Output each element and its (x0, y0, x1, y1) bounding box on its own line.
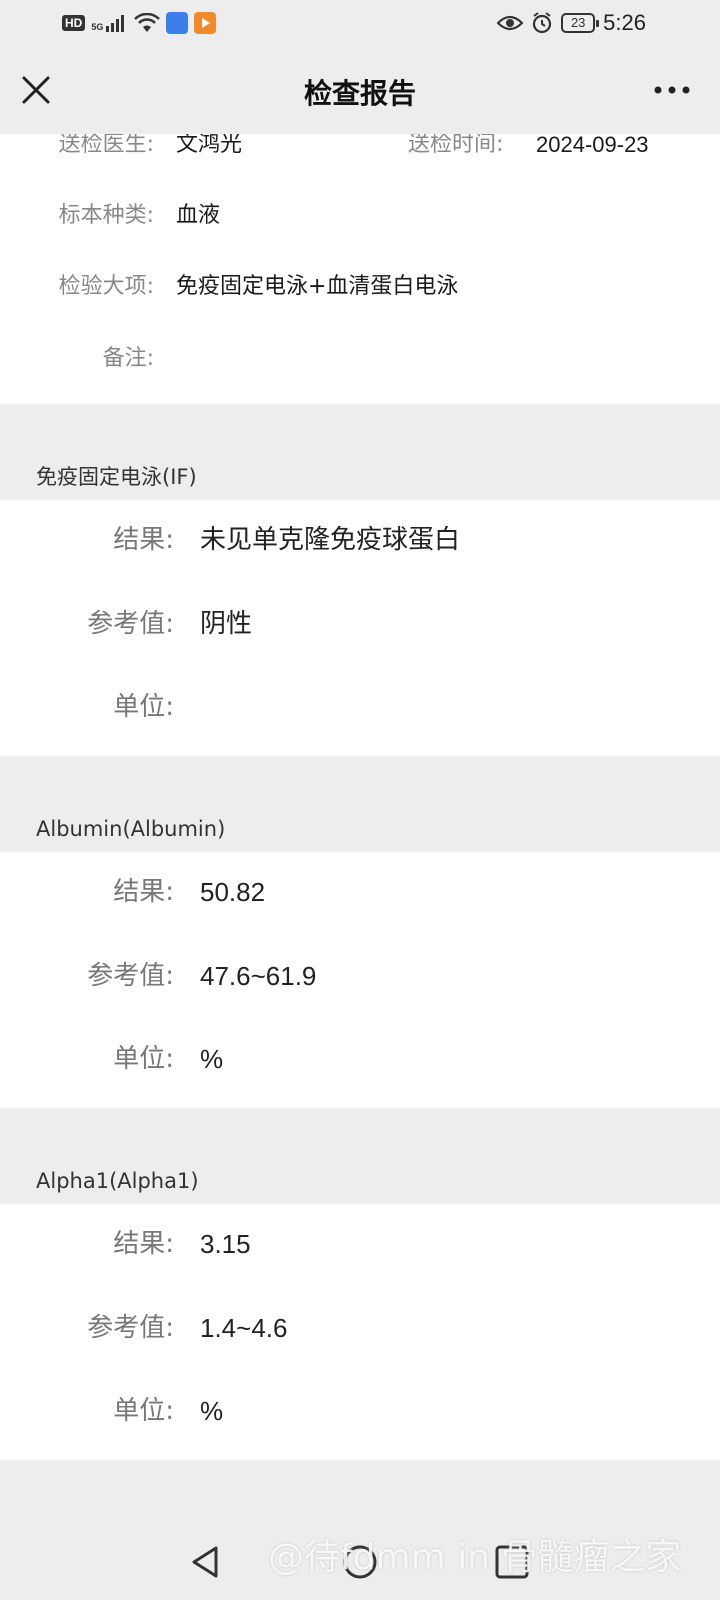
status-bar: HD 5G 23 5:26 (0, 0, 720, 48)
reference-row: 参考值: 47.6~61.9 (0, 956, 720, 996)
result-row: 结果: 未见单克隆免疫球蛋白 (0, 520, 720, 560)
result-card: 结果: 50.82 参考值: 47.6~61.9 单位: % (0, 852, 720, 1108)
section-title: 免疫固定电泳(IF) (0, 454, 720, 500)
reference-value: 阴性 (200, 609, 253, 639)
specimen-label: 标本种类: (58, 203, 154, 228)
more-options-icon[interactable] (652, 80, 692, 100)
unit-label: 单位: (113, 1044, 174, 1074)
app-notification-icon (165, 12, 188, 34)
result-value: 3.15 (200, 1229, 251, 1259)
page-title: 检查报告 (303, 77, 416, 110)
section-divider (0, 1108, 720, 1158)
info-row-remark: 备注: (0, 342, 720, 376)
result-card: 结果: 未见单克隆免疫球蛋白 参考值: 阴性 单位: (0, 500, 720, 756)
section-divider (0, 1460, 720, 1522)
time-value: 2024-09-23 (536, 134, 649, 157)
section-divider (0, 756, 720, 806)
result-value: 50.82 (200, 877, 266, 907)
video-app-icon (193, 12, 216, 34)
unit-label: 单位: (113, 1396, 174, 1426)
unit-row: 单位: % (0, 1391, 720, 1431)
doctor-value: 文鸿光 (176, 134, 243, 157)
unit-label: 单位: (113, 692, 174, 722)
info-row-doctor: 送检医生: 文鸿光 送检时间: 2024-09-23 (0, 134, 720, 162)
back-icon[interactable] (186, 1542, 226, 1582)
clock: 5:26 (603, 10, 646, 35)
remark-label: 备注: (102, 346, 154, 371)
reference-row: 参考值: 阴性 (0, 604, 720, 644)
nav-bar: 检查报告 (0, 48, 720, 134)
info-row-item: 检验大项: 免疫固定电泳+血清蛋白电泳 (0, 270, 720, 304)
status-right: 23 5:26 (497, 10, 646, 36)
result-row: 结果: 50.82 (0, 872, 720, 912)
result-label: 结果: (113, 525, 174, 555)
section-title: Alpha1(Alpha1) (0, 1158, 720, 1204)
unit-row: 单位: (0, 687, 720, 727)
item-label: 检验大项: (58, 274, 154, 299)
unit-row: 单位: % (0, 1039, 720, 1079)
result-label: 结果: (113, 1229, 174, 1259)
eye-icon (497, 15, 524, 31)
result-value: 未见单克隆免疫球蛋白 (200, 525, 461, 555)
section-divider (0, 404, 720, 454)
status-left: HD 5G (62, 12, 216, 34)
wifi-icon (133, 13, 160, 32)
item-value: 免疫固定电泳+血清蛋白电泳 (176, 274, 459, 299)
battery-icon: 23 (561, 13, 600, 33)
report-content[interactable]: 送检医生: 文鸿光 送检时间: 2024-09-23 标本种类: 血液 检验大项… (0, 134, 720, 1522)
time-label: 送检时间: (408, 134, 504, 157)
reference-value: 47.6~61.9 (200, 961, 317, 991)
report-info: 送检医生: 文鸿光 送检时间: 2024-09-23 标本种类: 血液 检验大项… (0, 134, 720, 404)
section-title: Albumin(Albumin) (0, 806, 720, 852)
reference-value: 1.4~4.6 (200, 1313, 288, 1343)
result-row: 结果: 3.15 (0, 1224, 720, 1264)
unit-value: % (200, 1044, 224, 1074)
result-label: 结果: (113, 877, 174, 907)
reference-label: 参考值: (87, 1313, 174, 1343)
watermark: @待fdmm in 骨髓瘤之家 (268, 1537, 682, 1578)
info-row-specimen: 标本种类: 血液 (0, 199, 720, 233)
unit-value: % (200, 1396, 224, 1426)
reference-row: 参考值: 1.4~4.6 (0, 1308, 720, 1348)
signal-icon: 5G (91, 14, 128, 32)
reference-label: 参考值: (87, 609, 174, 639)
alarm-icon (533, 12, 552, 34)
doctor-label: 送检医生: (58, 134, 154, 157)
reference-label: 参考值: (87, 961, 174, 991)
hd-icon: HD (62, 15, 86, 31)
result-card: 结果: 3.15 参考值: 1.4~4.6 单位: % (0, 1204, 720, 1460)
specimen-value: 血液 (176, 203, 221, 228)
